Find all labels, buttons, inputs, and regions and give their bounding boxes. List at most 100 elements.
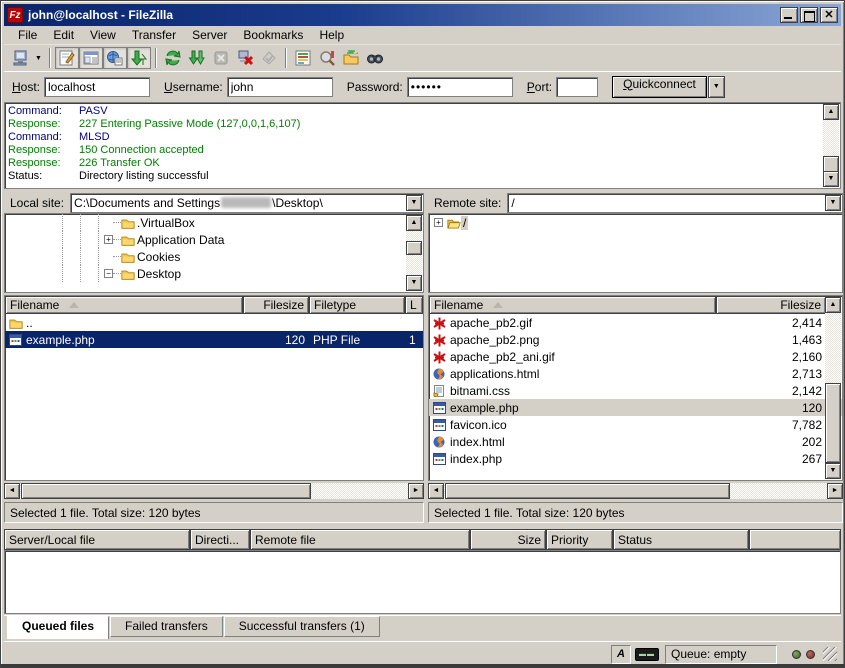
file-row[interactable]: applications.html 2,713 bbox=[429, 365, 842, 382]
process-queue-icon[interactable] bbox=[185, 47, 209, 69]
scroll-thumb[interactable] bbox=[445, 483, 730, 499]
remote-hscrollbar[interactable]: ◄ ► bbox=[428, 483, 843, 499]
remote-site-combo[interactable]: / ▼ bbox=[507, 193, 843, 213]
redacted-username bbox=[221, 197, 271, 208]
file-row-selected[interactable]: example.php 120 bbox=[429, 399, 842, 416]
menu-help[interactable]: Help bbox=[311, 26, 352, 44]
chevron-down-icon[interactable]: ▼ bbox=[406, 195, 422, 211]
quickconnect-dropdown-icon[interactable]: ▼ bbox=[708, 76, 725, 98]
disconnect-icon[interactable] bbox=[233, 47, 257, 69]
file-row[interactable]: apache_pb2.gif 2,414 bbox=[429, 314, 842, 331]
port-input[interactable] bbox=[556, 77, 598, 97]
queue-list-empty bbox=[4, 550, 841, 614]
file-row-parent-dir[interactable]: .. bbox=[5, 314, 423, 331]
column-last-modified[interactable]: L bbox=[405, 296, 423, 314]
ascii-data-type-icon[interactable]: A bbox=[611, 645, 631, 664]
tab-failed-transfers[interactable]: Failed transfers bbox=[110, 616, 223, 637]
tree-item[interactable]: − Desktop bbox=[5, 265, 423, 282]
expand-plus-icon[interactable]: + bbox=[104, 235, 113, 244]
scroll-right-icon[interactable]: ► bbox=[827, 483, 843, 499]
minimize-button[interactable] bbox=[780, 7, 798, 23]
scroll-up-icon[interactable]: ▲ bbox=[823, 104, 839, 120]
log-scrollbar[interactable]: ▲ ▼ bbox=[823, 104, 839, 187]
scroll-thumb[interactable] bbox=[406, 241, 422, 255]
host-input[interactable] bbox=[44, 77, 150, 97]
scroll-down-icon[interactable]: ▼ bbox=[406, 275, 422, 291]
scroll-up-icon[interactable]: ▲ bbox=[825, 297, 841, 313]
file-row[interactable]: bitnami.css 2,142 bbox=[429, 382, 842, 399]
column-filename[interactable]: Filename bbox=[429, 296, 716, 314]
scroll-up-icon[interactable]: ▲ bbox=[406, 215, 422, 231]
menu-transfer[interactable]: Transfer bbox=[124, 26, 184, 44]
column-direction[interactable]: Directi... bbox=[190, 529, 250, 550]
toggle-message-log-icon[interactable] bbox=[55, 47, 79, 69]
local-site-combo[interactable]: C:\Documents and Settings\Desktop\ ▼ bbox=[70, 193, 424, 213]
synchronized-browsing-icon[interactable] bbox=[339, 47, 363, 69]
close-button[interactable] bbox=[820, 7, 838, 23]
file-row[interactable]: apache_pb2.png 1,463 bbox=[429, 331, 842, 348]
pane-splitter[interactable] bbox=[424, 192, 428, 523]
password-input[interactable] bbox=[407, 77, 513, 97]
tree-item[interactable]: + / bbox=[429, 214, 842, 231]
scroll-thumb[interactable] bbox=[825, 383, 841, 463]
menu-server[interactable]: Server bbox=[184, 26, 235, 44]
local-hscrollbar[interactable]: ◄ ► bbox=[4, 483, 424, 499]
clear-private-data-icon[interactable] bbox=[257, 47, 281, 69]
column-priority[interactable]: Priority bbox=[546, 529, 613, 550]
remote-list-scrollbar[interactable]: ▲ ▼ bbox=[825, 297, 841, 479]
scroll-down-icon[interactable]: ▼ bbox=[823, 171, 839, 187]
directory-comparison-icon[interactable] bbox=[315, 47, 339, 69]
tree-item[interactable]: Cookies bbox=[5, 248, 423, 265]
quickconnect-button[interactable]: Quickconnect bbox=[612, 76, 707, 98]
username-input[interactable] bbox=[227, 77, 333, 97]
local-tree-scrollbar[interactable]: ▲ ▼ bbox=[406, 215, 422, 291]
menu-view[interactable]: View bbox=[82, 26, 124, 44]
site-manager-icon[interactable] bbox=[8, 47, 32, 69]
menu-bookmarks[interactable]: Bookmarks bbox=[235, 26, 311, 44]
window-title: john@localhost - FileZilla bbox=[28, 8, 778, 22]
file-row[interactable]: apache_pb2_ani.gif 2,160 bbox=[429, 348, 842, 365]
tree-item[interactable]: .VirtualBox bbox=[5, 214, 423, 231]
tab-queued-files[interactable]: Queued files bbox=[7, 616, 109, 639]
filezilla-app-icon[interactable]: Fz bbox=[7, 7, 23, 23]
menu-file[interactable]: File bbox=[10, 26, 45, 44]
remote-root-item[interactable]: / bbox=[461, 216, 468, 230]
scroll-thumb[interactable] bbox=[21, 483, 311, 499]
expand-minus-icon[interactable]: − bbox=[104, 269, 113, 278]
toggle-transfer-queue-icon[interactable] bbox=[127, 47, 151, 69]
column-filetype[interactable]: Filetype bbox=[309, 296, 405, 314]
tab-successful-transfers[interactable]: Successful transfers (1) bbox=[224, 616, 380, 637]
column-server-local-file[interactable]: Server/Local file bbox=[4, 529, 190, 550]
file-row-selected[interactable]: example.php 120 PHP File 1 bbox=[5, 331, 423, 348]
speed-limit-icon[interactable]: ▬▬ bbox=[635, 648, 659, 661]
menu-edit[interactable]: Edit bbox=[45, 26, 82, 44]
directory-listing-filters-icon[interactable] bbox=[291, 47, 315, 69]
refresh-icon[interactable] bbox=[161, 47, 185, 69]
remote-file-list: Filename Filesize apache_pb2.gif 2,414 a… bbox=[428, 295, 843, 481]
column-filesize[interactable]: Filesize bbox=[716, 296, 826, 314]
scroll-down-icon[interactable]: ▼ bbox=[825, 463, 841, 479]
expand-plus-icon[interactable]: + bbox=[434, 218, 443, 227]
column-size[interactable]: Size bbox=[470, 529, 546, 550]
find-files-icon[interactable] bbox=[363, 47, 387, 69]
scroll-left-icon[interactable]: ◄ bbox=[428, 483, 444, 499]
file-row[interactable]: favicon.ico 7,782 bbox=[429, 416, 842, 433]
scroll-left-icon[interactable]: ◄ bbox=[4, 483, 20, 499]
site-manager-dropdown-icon[interactable]: ▼ bbox=[32, 48, 45, 68]
resize-grip[interactable] bbox=[823, 647, 837, 661]
toggle-remote-tree-icon[interactable] bbox=[103, 47, 127, 69]
column-remote-file[interactable]: Remote file bbox=[250, 529, 470, 550]
php-file-icon bbox=[433, 402, 447, 414]
scroll-right-icon[interactable]: ► bbox=[408, 483, 424, 499]
cancel-operation-icon[interactable] bbox=[209, 47, 233, 69]
file-row[interactable]: index.php 267 bbox=[429, 450, 842, 467]
chevron-down-icon[interactable]: ▼ bbox=[825, 195, 841, 211]
toggle-local-tree-icon[interactable] bbox=[79, 47, 103, 69]
status-bar: A ▬▬ Queue: empty bbox=[4, 641, 841, 666]
file-row[interactable]: index.html 202 bbox=[429, 433, 842, 450]
column-filesize[interactable]: Filesize bbox=[243, 296, 309, 314]
maximize-button[interactable] bbox=[800, 7, 818, 23]
column-status[interactable]: Status bbox=[613, 529, 749, 550]
tree-item[interactable]: + Application Data bbox=[5, 231, 423, 248]
column-filename[interactable]: Filename bbox=[5, 296, 243, 314]
